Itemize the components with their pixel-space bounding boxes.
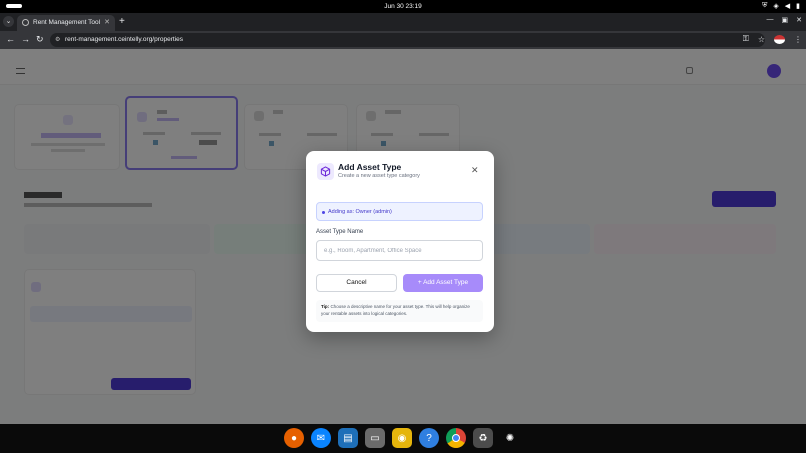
os-dock: ● ✉ ▤ ▭ ◉ ? ♻ ✺ — [0, 424, 806, 453]
browser-tabstrip: ⌄ Rent Management Tool ✕ + — ▣ ✕ — [0, 13, 806, 31]
network-icon: ◈ — [773, 3, 779, 10]
tab-title: Rent Management Tool — [33, 19, 101, 26]
maximize-icon[interactable]: ▣ — [782, 16, 789, 24]
firefox-icon[interactable]: ● — [284, 428, 304, 448]
key-icon[interactable]: ⚿ — [743, 34, 749, 44]
asset-type-name-label: Asset Type Name — [316, 229, 364, 235]
close-icon[interactable]: ✕ — [471, 166, 479, 175]
toolbar-right-actions: ⚿ ☆ ⋮ — [743, 34, 802, 44]
info-dot-icon — [322, 211, 325, 214]
new-tab-plus-icon[interactable]: + — [119, 16, 125, 27]
reload-icon[interactable]: ↻ — [36, 34, 44, 45]
bookmark-star-icon[interactable]: ☆ — [758, 35, 765, 44]
ubuntu-icon[interactable]: ✺ — [500, 428, 520, 448]
browser-tab-active[interactable]: Rent Management Tool ✕ — [17, 15, 115, 31]
chrome-icon[interactable] — [446, 428, 466, 448]
cube-icon — [317, 163, 334, 180]
url-text: rent-management.ceintelly.org/properties — [65, 36, 184, 43]
rhythmbox-icon[interactable]: ◉ — [392, 428, 412, 448]
volume-icon: ◀ — [784, 3, 791, 10]
help-icon[interactable]: ? — [419, 428, 439, 448]
tip-label: Tip: — [321, 304, 330, 309]
back-arrow-icon[interactable]: ← — [6, 34, 15, 44]
adding-as-notice: Adding as: Owner (admin) — [316, 202, 483, 221]
site-info-icon[interactable]: ⚙ — [55, 36, 60, 43]
modal-title: Add Asset Type — [338, 162, 402, 172]
globe-icon — [22, 19, 29, 26]
os-top-bar: Jun 30 23:19 ⛨ ◈ ◀ ▮ — [0, 0, 806, 13]
browser-toolbar: ← → ↻ ⚙ rent-management.ceintelly.org/pr… — [0, 31, 806, 49]
window-controls: — ▣ ✕ — [767, 16, 803, 24]
cancel-button[interactable]: Cancel — [316, 274, 397, 292]
minimize-icon[interactable]: — — [767, 16, 774, 24]
address-bar[interactable]: ⚙ rent-management.ceintelly.org/properti… — [50, 33, 765, 47]
thunderbird-icon[interactable]: ✉ — [311, 428, 331, 448]
forward-arrow-icon[interactable]: → — [21, 34, 30, 44]
files-icon[interactable]: ▭ — [365, 428, 385, 448]
profile-flag-icon[interactable] — [774, 34, 785, 44]
close-window-icon[interactable]: ✕ — [796, 16, 802, 24]
tip-box: Tip: Choose a descriptive name for your … — [316, 300, 483, 322]
shield-icon: ⛨ — [762, 2, 768, 9]
trash-icon[interactable]: ♻ — [473, 428, 493, 448]
battery-icon: ▮ — [796, 3, 800, 10]
system-tray[interactable]: ⛨ ◈ ◀ ▮ — [762, 2, 800, 10]
add-asset-type-button[interactable]: + Add Asset Type — [403, 274, 483, 292]
add-asset-type-modal: Add Asset Type Create a new asset type c… — [306, 151, 494, 332]
tip-text: Choose a descriptive name for your asset… — [321, 304, 470, 316]
more-menu-icon[interactable]: ⋮ — [794, 35, 802, 44]
modal-subtitle: Create a new asset type category — [338, 173, 420, 179]
writer-icon[interactable]: ▤ — [338, 428, 358, 448]
adding-as-text: Adding as: Owner (admin) — [328, 209, 392, 215]
tab-list-chevron-icon[interactable]: ⌄ — [3, 16, 14, 27]
close-tab-icon[interactable]: ✕ — [104, 18, 110, 26]
asset-type-name-input[interactable] — [316, 240, 483, 261]
os-clock[interactable]: Jun 30 23:19 — [0, 3, 806, 10]
